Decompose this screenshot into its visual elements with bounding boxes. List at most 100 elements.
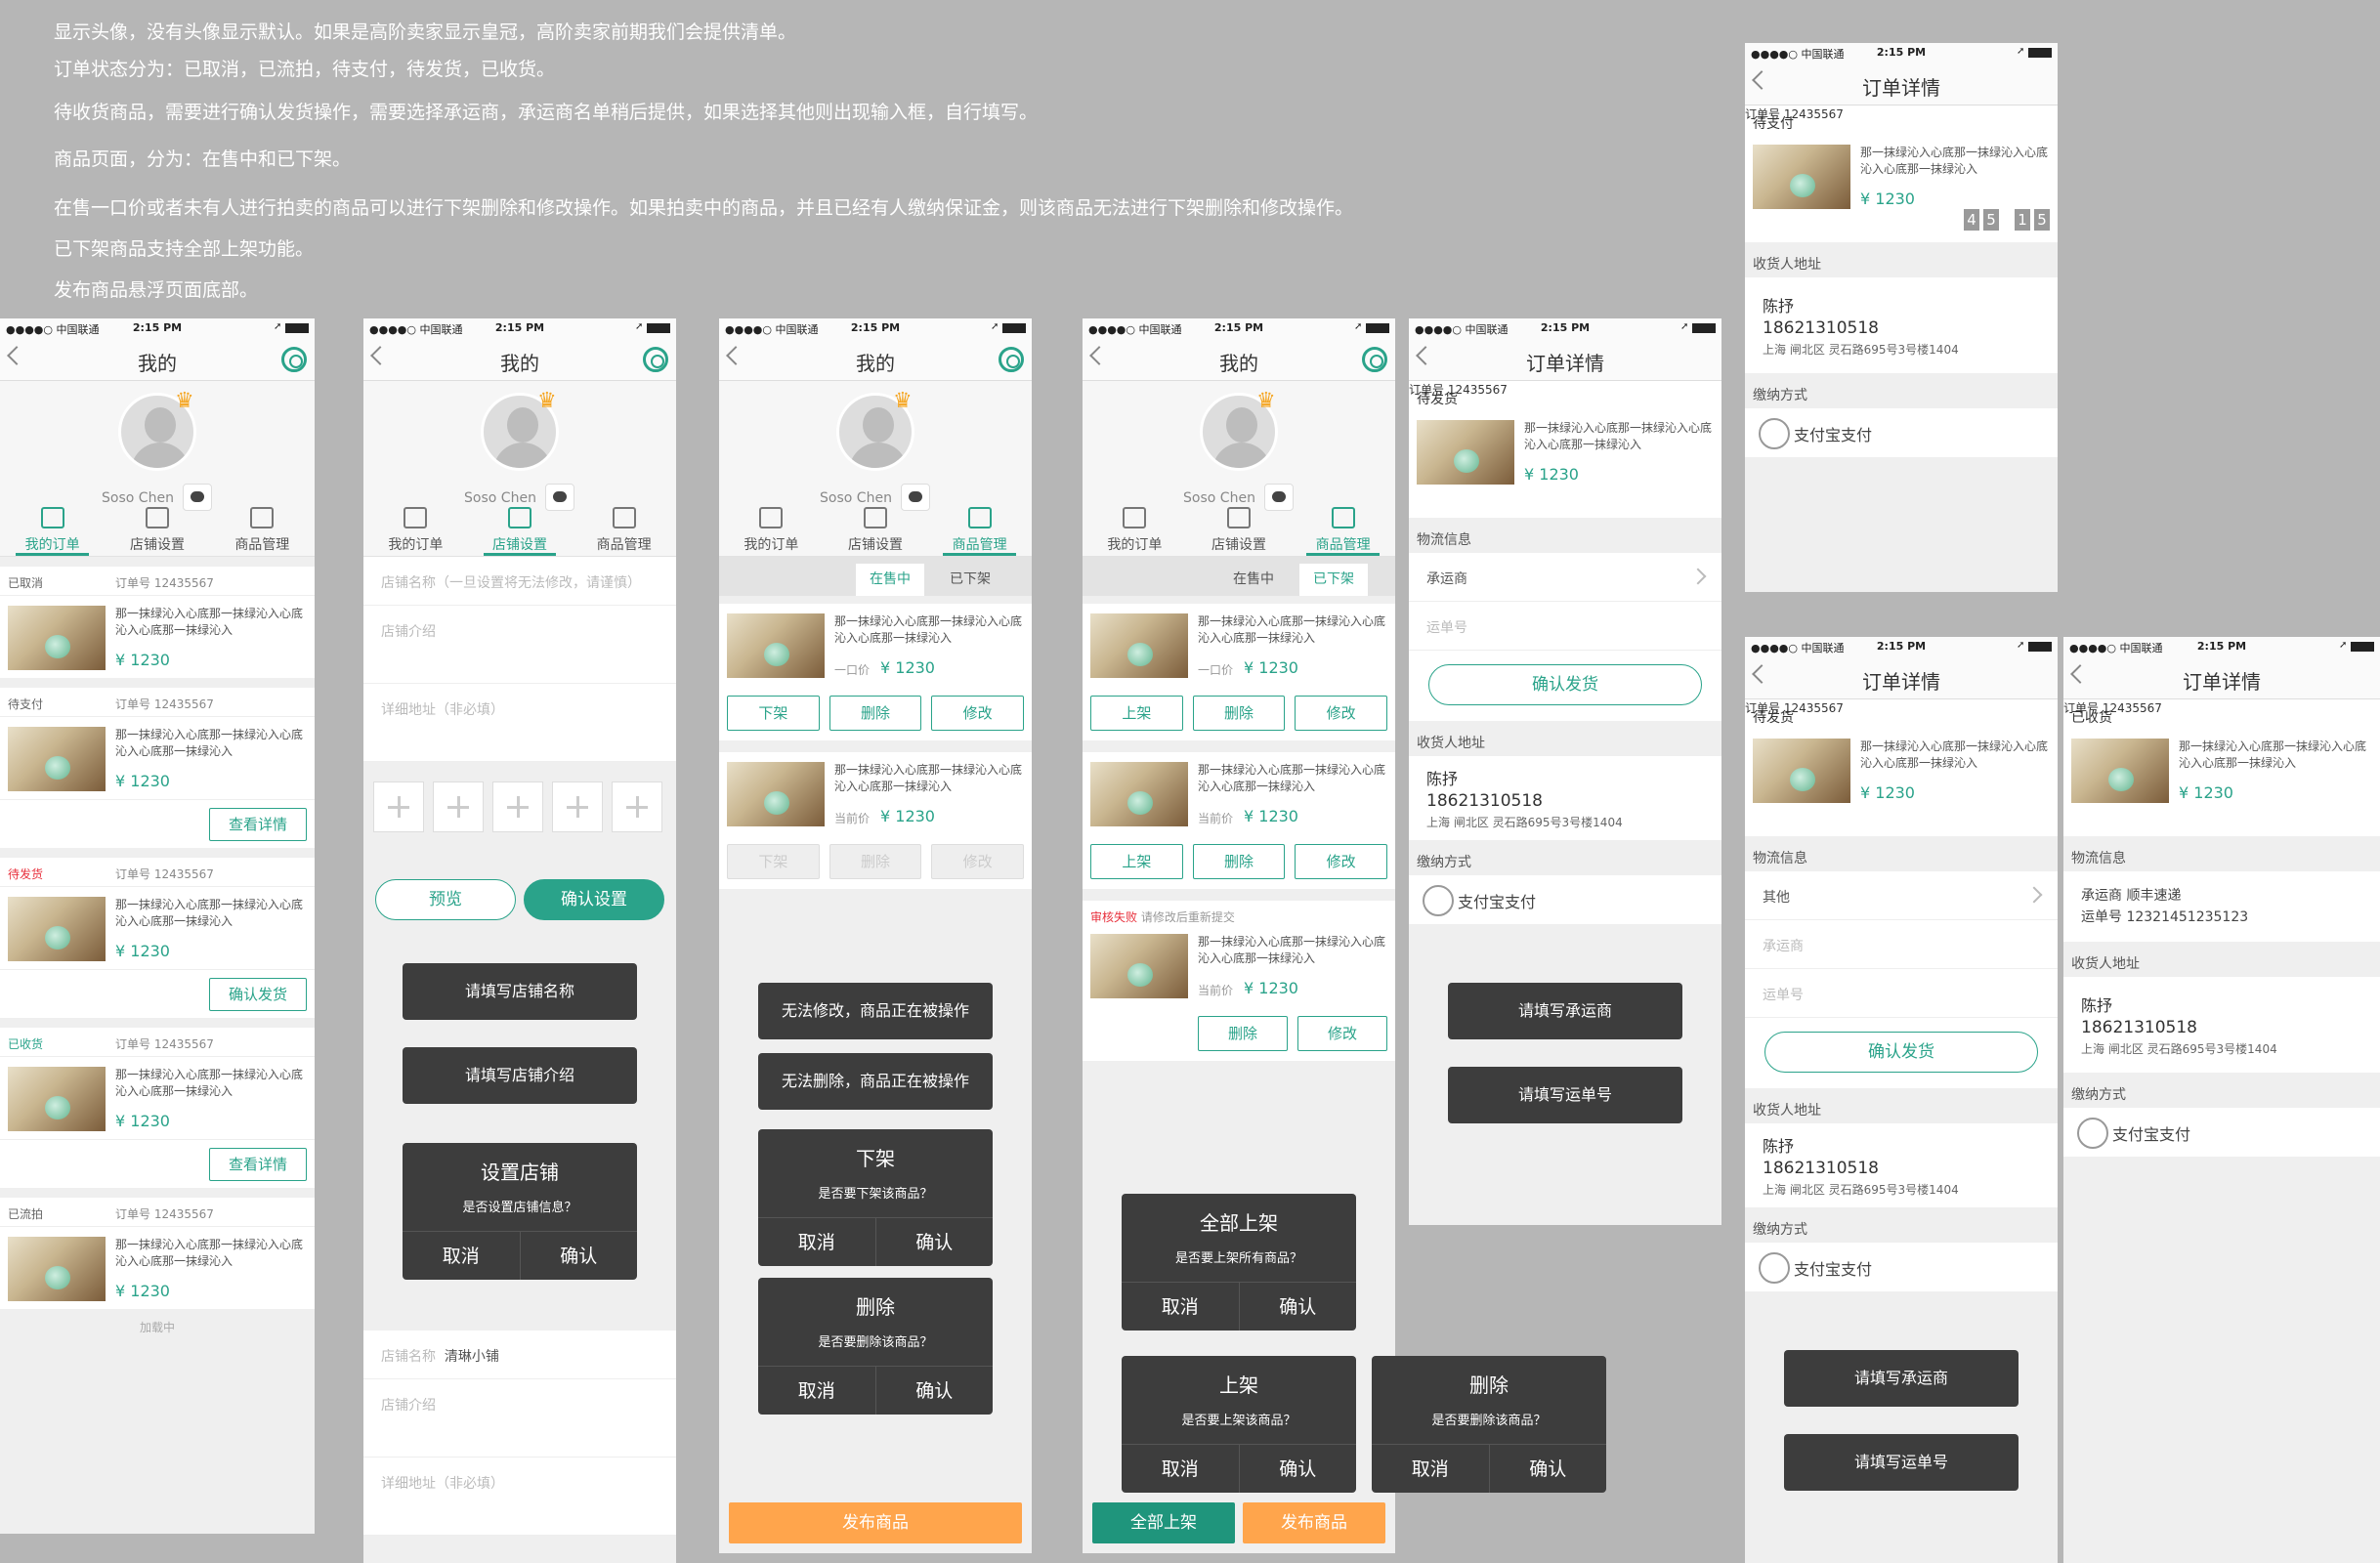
cancel-button[interactable]: 取消 — [758, 1367, 875, 1415]
tab-my-orders[interactable]: 我的订单 — [363, 501, 468, 556]
tracking-input[interactable]: 运单号 — [1409, 602, 1721, 651]
confirm-button[interactable]: 确认 — [1238, 1445, 1357, 1493]
shop-address-input[interactable]: 详细地址（非必填） — [363, 684, 676, 762]
tab-goods-management[interactable]: 商品管理 — [927, 501, 1032, 556]
section-receiver: 收货人地址 — [1753, 257, 1821, 273]
shop-name-input[interactable]: 店铺名称（一旦设置将无法修改，请谨慎） — [363, 557, 676, 606]
confirm-button[interactable]: 确认 — [1488, 1445, 1607, 1493]
shop-intro-input[interactable]: 店铺介绍 — [363, 1379, 676, 1457]
confirm-settings-button[interactable]: 确认设置 — [524, 879, 664, 920]
product-image — [1753, 145, 1850, 209]
gear-icon[interactable] — [643, 347, 668, 372]
tab-shop-settings[interactable]: 店铺设置 — [824, 501, 928, 556]
add-image-icon[interactable] — [552, 782, 603, 832]
add-image-icon[interactable] — [433, 782, 484, 832]
tracking-input[interactable]: 运单号 — [1745, 969, 2058, 1018]
product-price: ¥ 1230 — [880, 658, 935, 677]
publish-button[interactable]: 发布商品 — [1243, 1502, 1385, 1543]
delete-button[interactable]: 删除 — [829, 696, 922, 731]
order-card[interactable]: 已流拍 订单号 12435567 那一抹绿沁入心底那一抹绿沁入心底沁入心底那一抹绿… — [0, 1198, 315, 1309]
carrier-select[interactable]: 其他 — [1745, 871, 2058, 920]
add-image-icon[interactable] — [373, 782, 424, 832]
shop-name-filled[interactable]: 店铺名称 清琳小铺 — [363, 1331, 676, 1379]
dialog-set-shop: 设置店铺 是否设置店铺信息？ 取消 确认 — [403, 1143, 637, 1280]
carrier-input[interactable]: 承运商 — [1745, 920, 2058, 969]
order-number: 订单号 12435567 — [115, 867, 214, 881]
order-card[interactable]: 已取消 订单号 12435567 那一抹绿沁入心底那一抹绿沁入心底沁入心底那一抹绿… — [0, 567, 315, 678]
tab-on-sale[interactable]: 在售中 — [856, 564, 924, 596]
shop-intro-input[interactable]: 店铺介绍 — [363, 606, 676, 684]
nav-bar: 我的 — [363, 338, 676, 381]
order-card[interactable]: 待发货 订单号 12435567 那一抹绿沁入心底那一抹绿沁入心底沁入心底那一抹绿… — [0, 858, 315, 1018]
product-desc: 那一抹绿沁入心底那一抹绿沁入心底沁入心底那一抹绿沁入 — [115, 607, 304, 637]
tab-on-sale[interactable]: 在售中 — [1219, 564, 1288, 596]
tab-shop-settings[interactable]: 店铺设置 — [1187, 501, 1292, 556]
confirm-button[interactable]: 确认 — [874, 1367, 994, 1415]
cancel-button[interactable]: 取消 — [1372, 1445, 1489, 1493]
cancel-button[interactable]: 取消 — [403, 1232, 520, 1280]
preview-button[interactable]: 预览 — [375, 879, 516, 920]
tab-my-orders[interactable]: 我的订单 — [719, 501, 824, 556]
tab-goods-management[interactable]: 商品管理 — [210, 501, 315, 556]
product-price: ¥ 1230 — [1244, 979, 1298, 997]
product-image — [2071, 739, 2169, 803]
status-bar: ●●●●○ 中国联通 2:15 PM ➚ — [1409, 318, 1721, 338]
order-card[interactable]: 已收货 订单号 12435567 那一抹绿沁入心底那一抹绿沁入心底沁入心底那一抹绿… — [0, 1028, 315, 1188]
gear-icon[interactable] — [1362, 347, 1387, 372]
confirm-ship-button[interactable]: 确认发货 — [1428, 664, 1702, 705]
edit-button[interactable]: 修改 — [931, 696, 1025, 731]
confirm-ship-button[interactable]: 确认发货 — [1764, 1032, 2038, 1073]
tab-off-sale[interactable]: 已下架 — [936, 564, 1004, 596]
edit-button[interactable]: 修改 — [1295, 844, 1388, 879]
confirm-button[interactable]: 确认 — [519, 1232, 638, 1280]
crown-icon: ♛ — [175, 389, 194, 413]
add-image-icon[interactable] — [492, 782, 543, 832]
tab-shop-settings[interactable]: 店铺设置 — [105, 501, 209, 556]
gear-icon[interactable] — [999, 347, 1024, 372]
sub-tabs: 在售中 已下架 — [719, 557, 1032, 596]
gear-icon[interactable] — [281, 347, 307, 372]
carrier-select[interactable]: 承运商 — [1409, 553, 1721, 602]
tab-goods-management[interactable]: 商品管理 — [572, 501, 676, 556]
on-shelf-button[interactable]: 上架 — [1090, 696, 1183, 731]
edit-button: 修改 — [931, 844, 1025, 879]
tab-off-sale[interactable]: 已下架 — [1299, 564, 1368, 596]
product-image — [8, 1067, 106, 1131]
order-card[interactable]: 待支付 订单号 12435567 那一抹绿沁入心底那一抹绿沁入心底沁入心底那一抹绿… — [0, 688, 315, 848]
phone-order-detail-to-ship: ●●●●○ 中国联通 2:15 PM ➚ 订单详情 待发货 订单号 12435567 … — [1409, 318, 1721, 1225]
shop-address-input[interactable]: 详细地址（非必填） — [363, 1457, 676, 1536]
edit-button[interactable]: 修改 — [1295, 696, 1388, 731]
logistics-form: 承运商 运单号 确认发货 — [1409, 553, 1721, 721]
on-shelf-button[interactable]: 上架 — [1090, 844, 1183, 879]
delete-button[interactable]: 删除 — [1198, 1016, 1288, 1051]
alipay-icon — [1759, 1251, 1790, 1284]
confirm-ship-button[interactable]: 确认发货 — [209, 978, 307, 1011]
view-detail-button[interactable]: 查看详情 — [209, 1148, 307, 1181]
add-image-icon[interactable] — [612, 782, 662, 832]
cancel-button[interactable]: 取消 — [1122, 1283, 1239, 1331]
off-shelf-button: 下架 — [727, 844, 820, 879]
goods-card: 那一抹绿沁入心底那一抹绿沁入心底沁入心底那一抹绿沁入 一口价 ¥ 1230 上架 删除… — [1083, 604, 1395, 740]
section-receiver: 收货人地址 — [1417, 736, 1485, 751]
confirm-button[interactable]: 确认 — [874, 1218, 994, 1266]
cancel-button[interactable]: 取消 — [758, 1218, 875, 1266]
toast-fill-tracking: 请填写运单号 — [1448, 1067, 1682, 1123]
delete-button[interactable]: 删除 — [1192, 696, 1286, 731]
note: 发布商品悬浮页面底部。 — [54, 279, 259, 301]
edit-button[interactable]: 修改 — [1297, 1016, 1387, 1051]
product-price: ¥ 1230 — [1860, 190, 1915, 208]
tab-my-orders[interactable]: 我的订单 — [0, 501, 105, 556]
tab-shop-settings[interactable]: 店铺设置 — [468, 501, 573, 556]
all-on-shelf-button[interactable]: 全部上架 — [1092, 1502, 1235, 1543]
tab-goods-management[interactable]: 商品管理 — [1291, 501, 1395, 556]
delete-button[interactable]: 删除 — [1192, 844, 1286, 879]
cancel-button[interactable]: 取消 — [1122, 1445, 1239, 1493]
confirm-button[interactable]: 确认 — [1238, 1283, 1357, 1331]
view-detail-button[interactable]: 查看详情 — [209, 808, 307, 841]
publish-button[interactable]: 发布商品 — [729, 1502, 1022, 1543]
tab-my-orders[interactable]: 我的订单 — [1083, 501, 1187, 556]
section-receiver: 收货人地址 — [2071, 956, 2140, 972]
product-desc: 那一抹绿沁入心底那一抹绿沁入心底沁入心底那一抹绿沁入 — [1524, 421, 1713, 451]
product-price: ¥ 1230 — [115, 942, 170, 960]
off-shelf-button[interactable]: 下架 — [727, 696, 820, 731]
